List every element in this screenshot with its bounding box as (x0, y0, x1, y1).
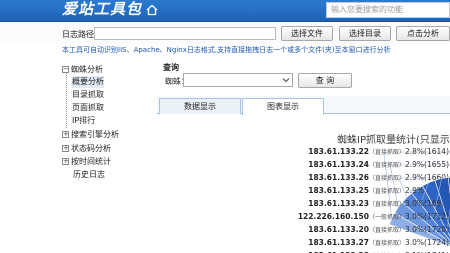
app-logo: 爱站工具包 (62, 0, 143, 18)
tab-chart-display[interactable]: 图表显示 (242, 98, 324, 115)
analyze-button[interactable]: 点击分析 (396, 26, 450, 41)
slice-value: 3.0%(1712) (405, 212, 449, 221)
slice-ip: 122.226.160.150 (298, 212, 369, 221)
slice-ip: 183.61.133.23 (308, 199, 369, 208)
select-dir-button[interactable]: 选择目录 (339, 26, 391, 41)
slice-ip: 183.61.133.26 (308, 173, 369, 182)
select-file-button[interactable]: 选择文件 (281, 26, 333, 41)
tree-item-label: 搜索引擎分析 (71, 130, 119, 139)
tree-item-7[interactable]: + 按时间统计 (62, 156, 111, 168)
slice-tag: （直接抓取） (369, 187, 405, 195)
expand-icon[interactable]: + (62, 145, 69, 152)
slice-label: 183.61.133.26（直接抓取）2.9%(1660) (308, 173, 449, 182)
slice-ip: 183.61.133.20 (308, 225, 369, 234)
tree-item-6[interactable]: + 状态码分析 (62, 143, 111, 155)
slice-ip: 183.61.133.22 (308, 147, 369, 156)
slice-tag: （直接抓取） (369, 226, 405, 234)
tree-item-label: IP排行 (72, 116, 96, 125)
slice-tag: （直接抓取） (369, 239, 405, 247)
tree-item-label: 概要分析 (72, 77, 104, 86)
slice-tag: （直接抓取） (369, 161, 405, 169)
tree-item-8[interactable]: 历史日志 (62, 169, 105, 181)
slice-label: 183.61.133.20（直接抓取）3.0%(1720) (308, 225, 449, 234)
collapse-icon[interactable]: − (62, 66, 69, 73)
slice-value: 3.0%(1724) (405, 238, 449, 247)
query-title: 查询 (163, 63, 179, 72)
slice-tag: （一般抓取） (369, 213, 405, 221)
tree-item-5[interactable]: + 搜索引擎分析 (62, 129, 119, 141)
slice-value: 2.9%(1655) (405, 160, 449, 169)
home-icon[interactable] (146, 4, 158, 16)
slice-label: 183.61.133.23（直接抓取）3.0%(1698) (308, 199, 449, 208)
slice-ip: 183.61.133.27 (308, 238, 369, 247)
info-text: 本工具可自动识别IIS、Apache、Nginx日志格式,支持直接拖拽日志一个或… (62, 46, 391, 54)
slice-ip: 183.61.133.25 (308, 186, 369, 195)
tree-item-0[interactable]: − 蜘蛛分析 (62, 64, 103, 76)
tree-item-label: 历史日志 (73, 170, 105, 179)
tree-item-label: 蜘蛛分析 (71, 65, 103, 74)
slice-ip: 183.61.133.24 (308, 160, 369, 169)
tree-connector (66, 70, 67, 128)
expand-icon[interactable]: + (62, 131, 69, 138)
log-path-label: 日志路径: (62, 30, 97, 39)
slice-tag: （直接抓取） (369, 148, 405, 156)
slice-label: 122.226.160.150（一般抓取）3.0%(1712) (298, 212, 449, 221)
tree-item-label: 状态码分析 (71, 144, 111, 153)
tree-item-3[interactable]: 页面抓取 (72, 102, 104, 114)
chevron-down-icon[interactable] (281, 75, 291, 85)
tree-item-1[interactable]: 概要分析 (72, 76, 104, 88)
toolbar: 日志路径: 选择文件 选择目录 点击分析 (0, 22, 450, 44)
app-header: 爱站工具包 输入您要搜索的功能 (0, 0, 450, 22)
slice-value: 2.8%(1614) (405, 147, 449, 156)
tree-item-label: 目录抓取 (72, 90, 104, 99)
tree-item-4[interactable]: IP排行 (72, 115, 95, 127)
slice-label: 183.61.133.27（直接抓取）3.0%(1724) (308, 238, 449, 247)
query-button[interactable]: 查 询 (298, 73, 352, 88)
tree-item-2[interactable]: 目录抓取 (72, 89, 104, 101)
spider-select[interactable] (183, 73, 293, 87)
log-path-input[interactable] (94, 27, 276, 40)
slice-tag: （直接抓取） (369, 174, 405, 182)
tree-item-label: 页面抓取 (72, 103, 104, 112)
slice-value: 3.0%(1720) (405, 225, 449, 234)
tree-item-label: 按时间统计 (71, 157, 111, 166)
slice-label: 183.61.133.22（直接抓取）2.8%(1614) (308, 147, 449, 156)
pie-chart: 183.61.133.22（直接抓取）2.8%(1614)183.61.133.… (298, 147, 450, 253)
expand-icon[interactable]: + (62, 158, 69, 165)
search-input[interactable]: 输入您要搜索的功能 (326, 2, 450, 18)
slice-tag: （直接抓取） (369, 200, 405, 208)
tab-data-display[interactable]: 数据显示 (159, 98, 241, 114)
slice-label: 183.61.133.24（直接抓取）2.9%(1655) (308, 160, 449, 169)
